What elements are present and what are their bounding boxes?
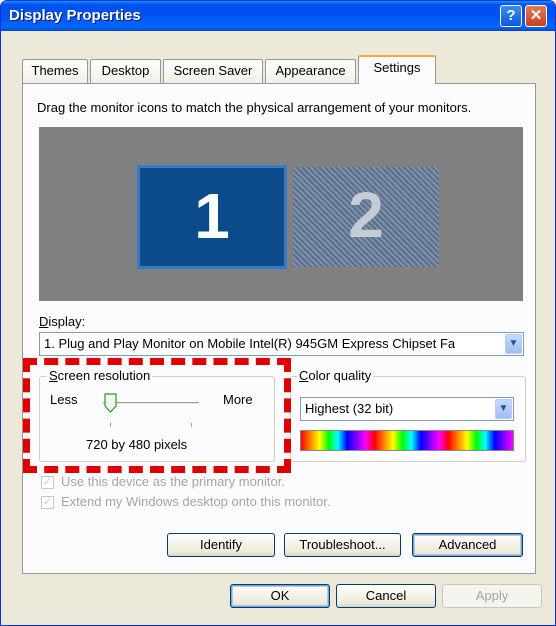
- window-title: Display Properties: [9, 7, 141, 24]
- troubleshoot-button-label: Troubleshoot...: [299, 537, 386, 552]
- color-quality-value: Highest (32 bit): [305, 401, 394, 416]
- advanced-button[interactable]: Advanced: [412, 533, 523, 557]
- settings-panel: Drag the monitor icons to match the phys…: [22, 83, 536, 574]
- color-spectrum-bar: [300, 430, 514, 451]
- display-properties-window: Display Properties ? ✕ Themes Desktop Sc…: [0, 0, 556, 626]
- slider-tick: [191, 423, 192, 427]
- primary-monitor-checkbox[interactable]: ✓: [41, 476, 54, 489]
- apply-button-label: Apply: [475, 588, 509, 603]
- display-select[interactable]: 1. Plug and Play Monitor on Mobile Intel…: [39, 332, 524, 356]
- advanced-button-label: Advanced: [438, 537, 497, 552]
- less-label: Less: [50, 392, 78, 407]
- extend-desktop-checkbox[interactable]: ✓: [41, 496, 54, 509]
- title-bar[interactable]: Display Properties ? ✕: [1, 1, 555, 31]
- tab-themes[interactable]: Themes: [22, 59, 88, 83]
- display-label-rest: isplay:: [48, 314, 86, 329]
- resolution-value: 720 by 480 pixels: [86, 437, 188, 452]
- display-select-value: 1. Plug and Play Monitor on Mobile Intel…: [44, 336, 456, 351]
- display-label: Display:: [39, 314, 86, 329]
- ok-button[interactable]: OK: [230, 584, 330, 608]
- chevron-down-icon[interactable]: ▼: [495, 399, 512, 419]
- color-quality-select[interactable]: Highest (32 bit) ▼: [300, 397, 514, 421]
- screen-resolution-label: Screen resolution: [47, 368, 153, 383]
- cancel-button[interactable]: Cancel: [336, 584, 436, 608]
- apply-button[interactable]: Apply: [442, 584, 542, 608]
- slider-tick: [110, 423, 111, 427]
- ok-button-label: OK: [270, 588, 290, 603]
- primary-monitor-label: Use this device as the primary monitor.: [61, 474, 285, 489]
- identify-button[interactable]: Identify: [167, 533, 275, 557]
- tab-settings[interactable]: Settings: [358, 55, 436, 84]
- extend-desktop-label: Extend my Windows desktop onto this moni…: [61, 494, 331, 509]
- screen-resolution-label-rest: creen resolution: [57, 368, 151, 383]
- troubleshoot-button[interactable]: Troubleshoot...: [284, 533, 401, 557]
- more-label: More: [223, 392, 253, 407]
- tab-screen-saver[interactable]: Screen Saver: [163, 59, 263, 83]
- monitor-2-icon[interactable]: 2: [293, 167, 439, 267]
- monitor-arrangement-area[interactable]: 1 2: [39, 127, 523, 301]
- identify-button-label: Identify: [200, 537, 242, 552]
- help-button[interactable]: ?: [500, 5, 522, 27]
- monitor-1-icon[interactable]: 1: [137, 165, 287, 269]
- instruction-text: Drag the monitor icons to match the phys…: [37, 100, 472, 115]
- cancel-button-label: Cancel: [365, 588, 407, 603]
- close-button[interactable]: ✕: [525, 5, 547, 27]
- color-quality-label: Color quality: [297, 368, 374, 383]
- tab-appearance[interactable]: Appearance: [265, 59, 356, 83]
- resolution-slider-thumb[interactable]: [104, 393, 118, 414]
- tab-desktop[interactable]: Desktop: [90, 59, 161, 83]
- color-quality-label-rest: olor quality: [308, 368, 372, 383]
- chevron-down-icon[interactable]: ▼: [505, 334, 522, 354]
